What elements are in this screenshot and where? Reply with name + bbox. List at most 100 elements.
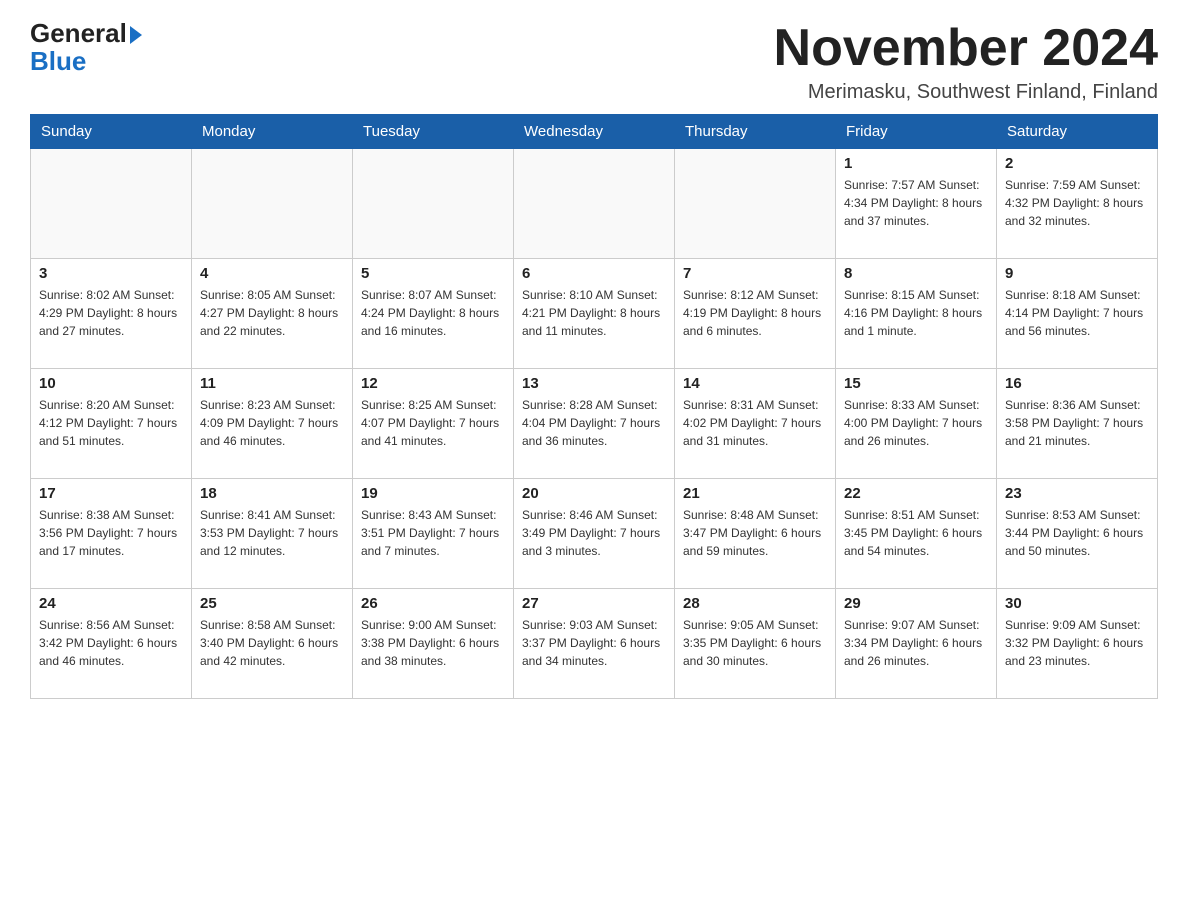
calendar-cell: 4Sunrise: 8:05 AM Sunset: 4:27 PM Daylig… [192, 259, 353, 369]
day-info: Sunrise: 8:41 AM Sunset: 3:53 PM Dayligh… [200, 506, 344, 560]
logo-line1: General [30, 20, 142, 46]
calendar-cell [31, 149, 192, 259]
day-number: 3 [39, 265, 183, 282]
day-info: Sunrise: 8:46 AM Sunset: 3:49 PM Dayligh… [522, 506, 666, 560]
calendar-cell: 26 Sunrise: 9:00 AM Sunset: 3:38 PM Dayli… [353, 589, 514, 699]
day-number: 27 [522, 595, 666, 612]
calendar-table: SundayMondayTuesdayWednesdayThursdayFrid… [30, 114, 1158, 699]
day-header-saturday: Saturday [997, 115, 1158, 149]
day-number: 30 [1005, 595, 1149, 612]
calendar-cell: 3 Sunrise: 8:02 AM Sunset: 4:29 PM Daylig… [31, 259, 192, 369]
week-row-5: 24 Sunrise: 8:56 AM Sunset: 3:42 PM Dayli… [31, 589, 1158, 699]
day-info: Sunrise: 9:03 AM Sunset: 3:37 PM Dayligh… [522, 616, 666, 670]
calendar-cell: 13 Sunrise: 8:28 AM Sunset: 4:04 PM Dayli… [514, 369, 675, 479]
week-row-1: 1Sunrise: 7:57 AM Sunset: 4:34 PM Daylig… [31, 149, 1158, 259]
main-title: November 2024 [774, 20, 1158, 77]
day-info: Sunrise: 8:23 AM Sunset: 4:09 PM Dayligh… [200, 396, 344, 450]
day-info: Sunrise: 9:07 AM Sunset: 3:34 PM Dayligh… [844, 616, 988, 670]
day-info: Sunrise: 8:02 AM Sunset: 4:29 PM Dayligh… [39, 286, 183, 340]
day-number: 18 [200, 485, 344, 502]
day-number: 24 [39, 595, 183, 612]
day-info: Sunrise: 8:18 AM Sunset: 4:14 PM Dayligh… [1005, 286, 1149, 340]
day-info: Sunrise: 8:25 AM Sunset: 4:07 PM Dayligh… [361, 396, 505, 450]
calendar-cell: 15 Sunrise: 8:33 AM Sunset: 4:00 PM Dayli… [836, 369, 997, 479]
day-number: 12 [361, 375, 505, 392]
calendar-cell [192, 149, 353, 259]
day-number: 16 [1005, 375, 1149, 392]
day-number: 14 [683, 375, 827, 392]
day-header-wednesday: Wednesday [514, 115, 675, 149]
day-number: 17 [39, 485, 183, 502]
day-number: 6 [522, 265, 666, 282]
day-number: 8 [844, 265, 988, 282]
calendar-cell: 21 Sunrise: 8:48 AM Sunset: 3:47 PM Dayli… [675, 479, 836, 589]
day-info: Sunrise: 8:07 AM Sunset: 4:24 PM Dayligh… [361, 286, 505, 340]
day-info: Sunrise: 8:31 AM Sunset: 4:02 PM Dayligh… [683, 396, 827, 450]
day-number: 11 [200, 375, 344, 392]
day-info: Sunrise: 8:48 AM Sunset: 3:47 PM Dayligh… [683, 506, 827, 560]
days-header-row: SundayMondayTuesdayWednesdayThursdayFrid… [31, 115, 1158, 149]
day-number: 5 [361, 265, 505, 282]
calendar-cell: 2 Sunrise: 7:59 AM Sunset: 4:32 PM Daylig… [997, 149, 1158, 259]
day-info: Sunrise: 8:15 AM Sunset: 4:16 PM Dayligh… [844, 286, 988, 340]
day-info: Sunrise: 9:05 AM Sunset: 3:35 PM Dayligh… [683, 616, 827, 670]
day-info: Sunrise: 8:58 AM Sunset: 3:40 PM Dayligh… [200, 616, 344, 670]
calendar-cell: 20 Sunrise: 8:46 AM Sunset: 3:49 PM Dayli… [514, 479, 675, 589]
calendar-cell: 6 Sunrise: 8:10 AM Sunset: 4:21 PM Daylig… [514, 259, 675, 369]
logo: General Blue [30, 20, 142, 77]
subtitle: Merimasku, Southwest Finland, Finland [774, 81, 1158, 104]
calendar-cell: 14 Sunrise: 8:31 AM Sunset: 4:02 PM Dayli… [675, 369, 836, 479]
logo-line2: Blue [30, 46, 86, 77]
day-number: 20 [522, 485, 666, 502]
day-number: 13 [522, 375, 666, 392]
calendar-cell: 30 Sunrise: 9:09 AM Sunset: 3:32 PM Dayli… [997, 589, 1158, 699]
day-info: Sunrise: 8:56 AM Sunset: 3:42 PM Dayligh… [39, 616, 183, 670]
day-info: Sunrise: 9:00 AM Sunset: 3:38 PM Dayligh… [361, 616, 505, 670]
day-info: Sunrise: 8:53 AM Sunset: 3:44 PM Dayligh… [1005, 506, 1149, 560]
day-number: 22 [844, 485, 988, 502]
week-row-3: 10Sunrise: 8:20 AM Sunset: 4:12 PM Dayli… [31, 369, 1158, 479]
day-info: Sunrise: 8:20 AM Sunset: 4:12 PM Dayligh… [39, 396, 183, 450]
day-number: 25 [200, 595, 344, 612]
calendar-cell: 8 Sunrise: 8:15 AM Sunset: 4:16 PM Daylig… [836, 259, 997, 369]
day-header-thursday: Thursday [675, 115, 836, 149]
header: General Blue November 2024 Merimasku, So… [30, 20, 1158, 104]
day-info: Sunrise: 8:43 AM Sunset: 3:51 PM Dayligh… [361, 506, 505, 560]
day-number: 4 [200, 265, 344, 282]
day-info: Sunrise: 8:28 AM Sunset: 4:04 PM Dayligh… [522, 396, 666, 450]
calendar-cell: 29Sunrise: 9:07 AM Sunset: 3:34 PM Dayli… [836, 589, 997, 699]
day-number: 19 [361, 485, 505, 502]
calendar-cell: 16 Sunrise: 8:36 AM Sunset: 3:58 PM Dayli… [997, 369, 1158, 479]
calendar-cell: 19 Sunrise: 8:43 AM Sunset: 3:51 PM Dayli… [353, 479, 514, 589]
day-info: Sunrise: 8:36 AM Sunset: 3:58 PM Dayligh… [1005, 396, 1149, 450]
day-info: Sunrise: 7:59 AM Sunset: 4:32 PM Dayligh… [1005, 176, 1149, 230]
day-info: Sunrise: 8:33 AM Sunset: 4:00 PM Dayligh… [844, 396, 988, 450]
day-info: Sunrise: 8:51 AM Sunset: 3:45 PM Dayligh… [844, 506, 988, 560]
day-number: 9 [1005, 265, 1149, 282]
calendar-cell: 27 Sunrise: 9:03 AM Sunset: 3:37 PM Dayli… [514, 589, 675, 699]
calendar-cell: 7Sunrise: 8:12 AM Sunset: 4:19 PM Daylig… [675, 259, 836, 369]
calendar-cell: 12 Sunrise: 8:25 AM Sunset: 4:07 PM Dayli… [353, 369, 514, 479]
calendar-cell: 28 Sunrise: 9:05 AM Sunset: 3:35 PM Dayli… [675, 589, 836, 699]
calendar-cell: 1Sunrise: 7:57 AM Sunset: 4:34 PM Daylig… [836, 149, 997, 259]
calendar-cell [675, 149, 836, 259]
calendar-cell [514, 149, 675, 259]
day-info: Sunrise: 8:12 AM Sunset: 4:19 PM Dayligh… [683, 286, 827, 340]
day-info: Sunrise: 9:09 AM Sunset: 3:32 PM Dayligh… [1005, 616, 1149, 670]
calendar-cell: 9 Sunrise: 8:18 AM Sunset: 4:14 PM Daylig… [997, 259, 1158, 369]
day-number: 21 [683, 485, 827, 502]
day-number: 1 [844, 155, 988, 172]
day-number: 28 [683, 595, 827, 612]
day-number: 26 [361, 595, 505, 612]
title-area: November 2024 Merimasku, Southwest Finla… [774, 20, 1158, 104]
calendar-cell: 24 Sunrise: 8:56 AM Sunset: 3:42 PM Dayli… [31, 589, 192, 699]
week-row-2: 3 Sunrise: 8:02 AM Sunset: 4:29 PM Daylig… [31, 259, 1158, 369]
day-number: 15 [844, 375, 988, 392]
day-info: Sunrise: 8:10 AM Sunset: 4:21 PM Dayligh… [522, 286, 666, 340]
calendar-cell: 25 Sunrise: 8:58 AM Sunset: 3:40 PM Dayli… [192, 589, 353, 699]
day-number: 23 [1005, 485, 1149, 502]
calendar-cell: 5 Sunrise: 8:07 AM Sunset: 4:24 PM Daylig… [353, 259, 514, 369]
day-number: 2 [1005, 155, 1149, 172]
day-header-friday: Friday [836, 115, 997, 149]
day-header-monday: Monday [192, 115, 353, 149]
